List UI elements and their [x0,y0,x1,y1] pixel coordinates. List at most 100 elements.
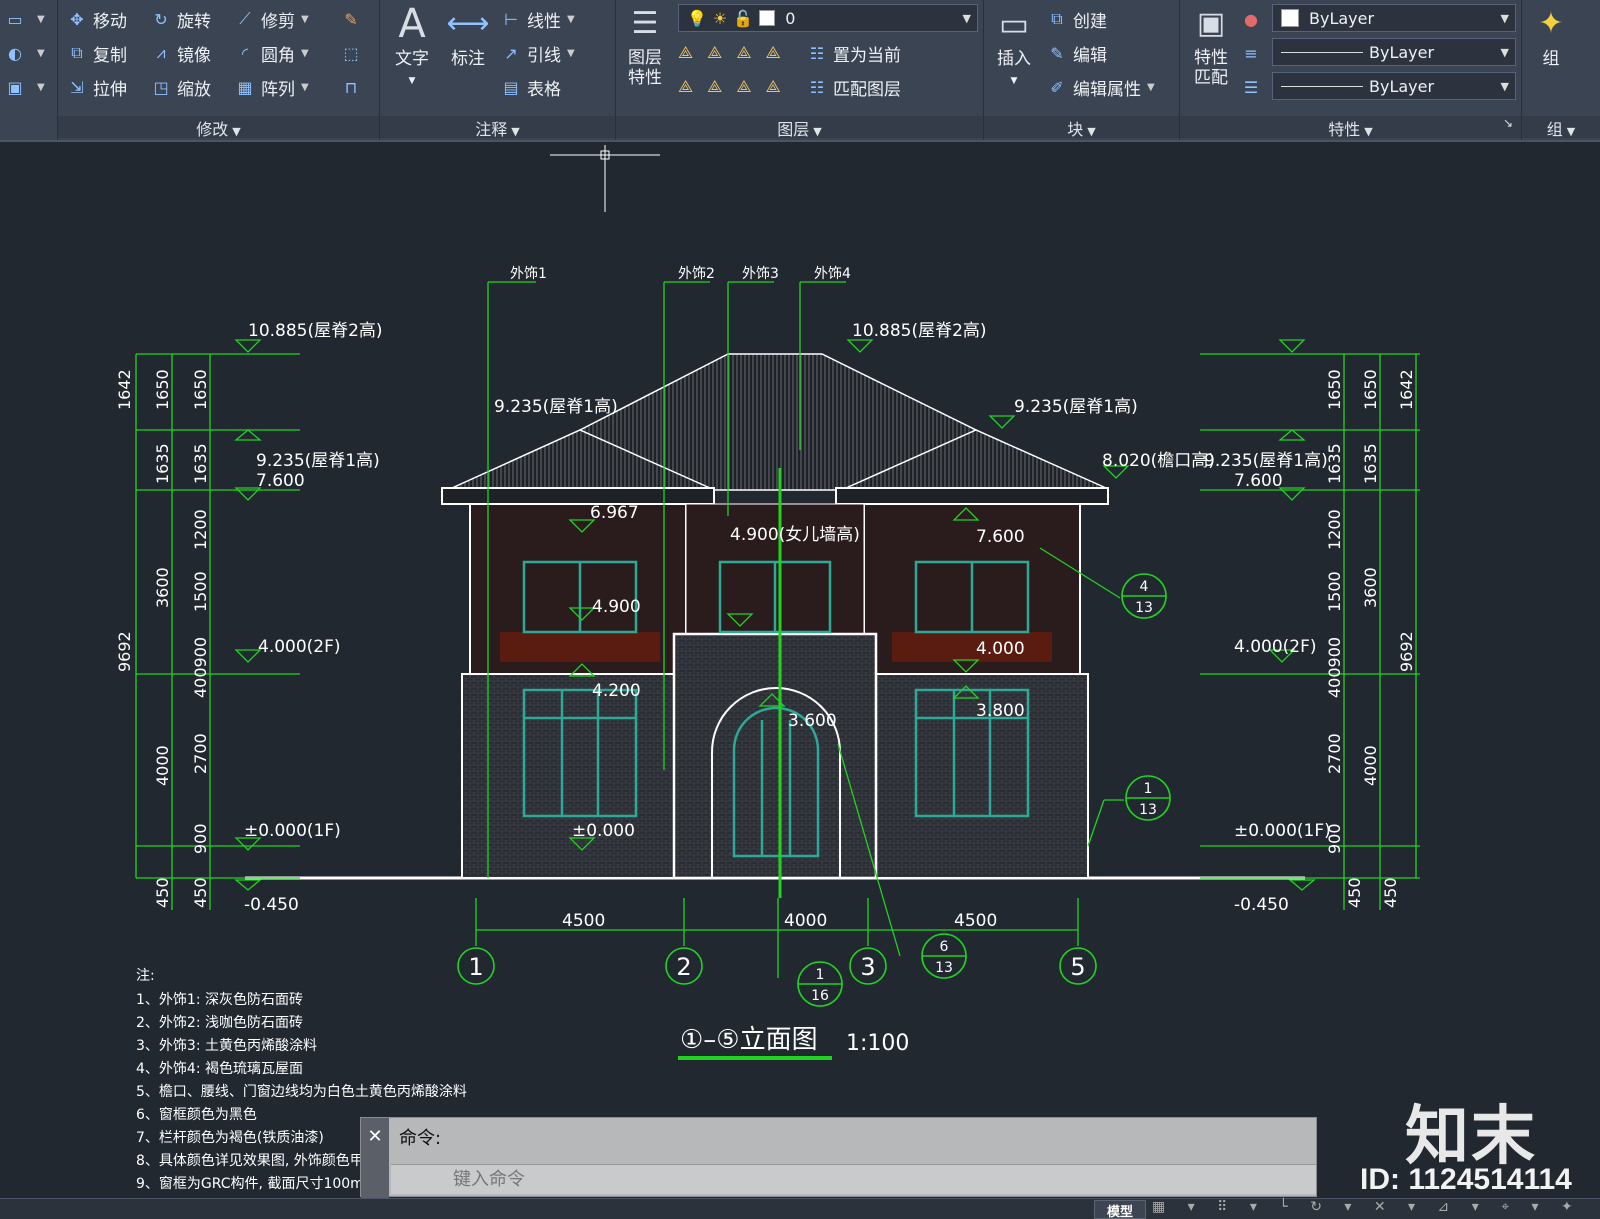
draw-rect-icon[interactable]: ▣ ▼ [4,72,44,102]
layer-dropdown[interactable]: 💡 ☀ 🔓 0 ▼ [678,4,978,32]
fillet-button[interactable]: ◜ 圆角 ▼ [234,38,309,68]
command-line: ✕ 命令: ▸ ▾ 键入命令 [360,1117,1317,1198]
match-properties-button[interactable]: ▣ 特性 匹配 [1184,2,1238,88]
note-2: 2、外饰2: 浅咖色防石面砖 [136,1014,303,1031]
left-mid-dim-2: 1635 [153,443,172,484]
elev-left-10: ±0.000 [572,821,635,841]
match-properties-icon: ▣ [1196,6,1226,41]
elev-right-10: 3.600 [788,711,837,731]
color-swatch [1281,9,1299,27]
group-icon: ✦ [1538,6,1564,41]
edit-attributes-button[interactable]: ✐ 编辑属性 ▼ [1046,72,1154,102]
set-current-button[interactable]: ☷ 置为当前 [806,38,901,68]
layer-properties-button[interactable]: ☰ 图层 特性 [620,2,670,88]
callout-2-bottom: 13 [1139,802,1157,818]
table-button[interactable]: ▤ 表格 [500,72,561,102]
panel-launcher-icon[interactable]: ↘ [1503,116,1513,130]
table-label: 表格 [527,79,561,100]
text-button[interactable]: A 文字 ▼ [388,2,436,92]
properties-panel-title[interactable]: 特性 ▼ ↘ [1180,116,1521,139]
leader-button[interactable]: ↗ 引线 ▼ [500,38,574,68]
elev-right-11: 4.000(2F) [1234,637,1317,657]
offset-button[interactable]: ⊓ [340,72,367,102]
drawing-canvas[interactable]: 10.885(屋脊2高) 9.235(屋脊1高) 9.235(屋脊1高) 7.6… [0,142,1600,1198]
note-4: 4、外饰4: 褐色琉璃瓦屋面 [136,1060,303,1077]
command-input[interactable]: 键入命令 [391,1164,1316,1194]
trim-button[interactable]: ⟋ 修剪 ▼ [234,4,308,34]
draw-line-icon[interactable]: ▭ ▼ [4,4,44,34]
note-6: 6、窗框颜色为黑色 [136,1106,257,1123]
command-history-label: 命令: [399,1128,442,1149]
bay-dim-1: 4500 [562,911,605,931]
groups-panel-title[interactable]: 组 ▼ [1522,116,1600,139]
copy-label: 复制 [93,45,127,66]
layer-tools-row-2[interactable]: ⟁⟁⟁⟁ [678,72,795,102]
elev-left-7: 4.200 [592,681,641,701]
edit-block-icon: ✎ [1050,43,1064,63]
block-panel-title[interactable]: 块 ▼ [984,116,1179,139]
model-tab[interactable]: 模型 [1094,1200,1146,1219]
callout-4-top: 1 [816,967,825,983]
elev-left-1: 10.885(屋脊2高) [248,321,383,341]
color-dropdown[interactable]: ByLayer ▼ [1272,4,1516,32]
text-label: 文字 [395,49,429,69]
array-label: 阵列 [261,79,295,100]
close-icon[interactable]: ✕ [361,1118,389,1198]
linear-icon: ⊢ [504,9,518,29]
draw-circle-icon[interactable]: ◐ ▼ [4,38,45,68]
right-inner-dim-2: 1635 [1325,443,1344,484]
mirror-button[interactable]: ⩘ 镜像 [150,38,211,68]
dimension-button[interactable]: ⟷ 标注 [444,2,492,70]
rotate-label: 旋转 [177,11,211,32]
insert-icon: ▭ [998,5,1030,43]
layer-tools-row-1[interactable]: ⟁⟁⟁⟁ [678,38,795,68]
create-block-button[interactable]: ⧉ 创建 [1046,4,1107,34]
status-toggle-icons[interactable]: ▦ ▾ ⠿ ▾ └ ↻ ▾ ✕ ▾ ⊿ ▾ ⌖ ▾ ✦ [1152,1199,1582,1215]
properties-panel: ▣ 特性 匹配 ● ≡ ☰ ByLayer ▼ ByLayer ▼ ByLayer ▼ … [1180,0,1522,140]
trim-label: 修剪 [261,11,295,32]
left-mid-dim-1: 1650 [153,369,172,410]
modify-panel-title[interactable]: 修改 ▼ [58,116,379,139]
set-current-icon: ☷ [809,43,825,63]
linetype-icon: ≡ [1244,43,1258,63]
elev-right-5: 7.600 [1234,471,1283,491]
annotation-panel-title[interactable]: 注释 ▼ [380,116,615,139]
left-inner-dim-3: 1200 [191,509,210,550]
insert-button[interactable]: ▭ 插入 ▼ [988,2,1040,92]
fillet-icon: ◜ [241,43,249,63]
left-inner-dim-5: 400900 [191,637,210,698]
stretch-button[interactable]: ⇲ 拉伸 [66,72,127,102]
layers-panel: ☰ 图层 特性 💡 ☀ 🔓 0 ▼ ⟁⟁⟁⟁ ☷ 置为当前 ⟁⟁⟁⟁ ☷ 匹配图层 图… [616,0,984,140]
right-inner-dim-1: 1650 [1325,369,1344,410]
scale-button[interactable]: ◳ 缩放 [150,72,211,102]
match-layer-button[interactable]: ☷ 匹配图层 [806,72,901,102]
linetype-dropdown[interactable]: ByLayer ▼ [1272,38,1516,66]
array-button[interactable]: ▦ 阵列 ▼ [234,72,308,102]
note-5: 5、檐口、腰线、门窗边线均为白色土黄色丙烯酸涂料 [136,1083,467,1100]
drawing-title: ①–⑤立面图 [680,1025,818,1055]
linear-dim-button[interactable]: ⊢ 线性 ▼ [500,4,575,34]
rotate-button[interactable]: ↻ 旋转 [150,4,211,34]
edit-block-button[interactable]: ✎ 编辑 [1046,38,1107,68]
layer-color-swatch [759,10,776,26]
move-button[interactable]: ✥ 移动 [66,4,127,34]
callout-3-top: 6 [940,939,949,955]
layers-panel-title[interactable]: 图层 ▼ [616,116,983,139]
left-wing-band [500,632,660,662]
left-inner-dim-6: 2700 [191,733,210,774]
lineweight-dropdown[interactable]: ByLayer ▼ [1272,72,1516,100]
match-layer-label: 匹配图层 [833,79,901,100]
note-1: 1、外饰1: 深灰色防石面砖 [136,991,303,1008]
edit-attributes-label: 编辑属性 [1073,79,1141,100]
explode-button[interactable]: ⬚ [340,38,367,68]
copy-button[interactable]: ⧉ 复制 [66,38,127,68]
stretch-icon: ⇲ [70,77,84,97]
elev-right-13: -0.450 [1234,895,1289,915]
axis-label-3: 3 [860,953,875,981]
elev-right-9: 3.800 [976,701,1025,721]
edit-attributes-icon: ✐ [1050,77,1064,97]
erase-button[interactable]: ✎ [340,4,367,34]
elev-left-11: -0.450 [244,895,299,915]
group-button[interactable]: ✦ 组 [1526,2,1576,70]
right-inner-dim-4: 1500 [1325,571,1344,612]
